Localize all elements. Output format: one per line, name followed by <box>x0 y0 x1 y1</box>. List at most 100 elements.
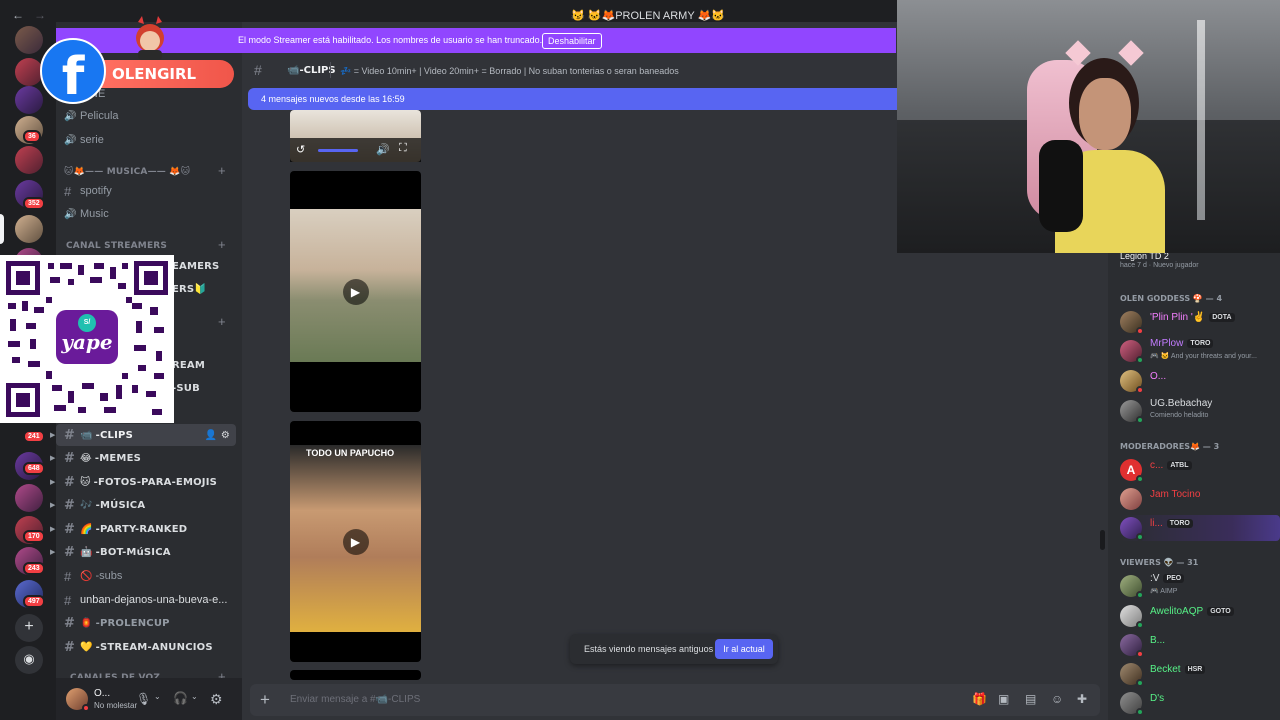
fullscreen-icon[interactable]: ⛶ <box>399 142 407 155</box>
member-item[interactable]: 'Plin Plin '✌ DOTA <box>1120 309 1280 335</box>
voice-channel-pelicula[interactable]: 🔊 Pelicula <box>56 105 236 127</box>
user-names[interactable]: O... No molestar <box>94 688 137 710</box>
jump-to-present-button[interactable]: Ir al actual <box>715 639 773 659</box>
member-item[interactable]: D's <box>1120 690 1280 716</box>
channel-item-partial[interactable]: -SUB <box>172 377 232 399</box>
attach-plus-icon[interactable]: + <box>260 690 270 710</box>
channel-prolencup[interactable]: # 🏮 -PROLENCUP <box>56 612 236 634</box>
member-item[interactable]: A c... ATBL <box>1120 457 1280 483</box>
apps-icon[interactable]: ✚ <box>1077 692 1087 706</box>
gear-icon[interactable]: ⚙ <box>210 691 223 708</box>
new-messages-bar[interactable]: 4 mensajes nuevos desde las 16:59 <box>248 88 898 110</box>
microphone-icon[interactable]: 🎙 <box>136 692 151 706</box>
speaker-icon: 🔊 <box>64 110 77 122</box>
avatar[interactable] <box>66 688 90 712</box>
emoji-icon[interactable]: ☺ <box>1051 692 1063 706</box>
voice-channel-music[interactable]: 🔊 Music <box>56 203 236 225</box>
channel-label: -CLIPS <box>95 429 133 441</box>
volume-icon[interactable]: 🔊 <box>376 143 390 156</box>
online-status-icon <box>1136 475 1144 483</box>
server-icon[interactable] <box>15 86 43 114</box>
gear-icon[interactable]: ⚙ <box>221 430 230 441</box>
channel-party-ranked[interactable]: ▶ # 🌈 -PARTY-RANKED <box>50 518 236 540</box>
dnd-status-icon <box>82 704 90 712</box>
add-channel-plus-icon[interactable]: + <box>218 163 226 178</box>
yape-label: yape <box>61 330 113 354</box>
play-icon[interactable]: ▶ <box>342 528 369 555</box>
channel-emoji: 😂 <box>80 452 92 464</box>
member-item[interactable]: UG.Bebachay Comiendo heladito <box>1120 398 1280 424</box>
facebook-page-name: OLENGIRL <box>100 60 234 88</box>
gif-icon[interactable]: ▣ <box>998 692 1009 706</box>
category-canal-streamers[interactable]: CANAL STREAMERS <box>66 241 167 251</box>
cat-ear-shape <box>1118 40 1144 66</box>
channel-spotify[interactable]: # spotify <box>56 180 236 202</box>
member-item[interactable]: li... TORO <box>1120 515 1280 541</box>
member-item[interactable]: B... <box>1120 632 1280 658</box>
online-status-icon <box>1136 533 1144 541</box>
channel-topic[interactable]: 💤 = Video 10min+ | Video 20min+ = Borrad… <box>340 66 679 77</box>
server-icon[interactable] <box>15 58 43 86</box>
chevron-down-icon[interactable]: ⌄ <box>154 692 161 701</box>
disable-streamer-mode-button[interactable]: Deshabilitar <box>542 33 602 49</box>
channel-bot-musica[interactable]: ▶ # 🤖 -BOT-MúSICA <box>50 541 236 563</box>
channel-subs[interactable]: # 🚫 -subs <box>56 565 236 587</box>
voice-channel-serie[interactable]: 🔊 serie <box>56 129 236 151</box>
discord-window: ← → 😼 🐱🦊PROLEN ARMY 🦊🐱 36 352 241 648 17… <box>0 0 1280 720</box>
chevron-down-icon[interactable]: ⌄ <box>191 692 198 701</box>
server-icon[interactable] <box>15 26 43 54</box>
invite-user-icon[interactable]: 👤 <box>204 430 217 441</box>
member-item[interactable]: Becket HSR <box>1120 661 1280 687</box>
username: O... <box>94 688 111 699</box>
server-icon-active[interactable] <box>15 215 43 243</box>
channel-unban[interactable]: # unban-dejanos-una-bueva-e... <box>56 589 236 611</box>
member-item[interactable]: O... <box>1120 368 1280 394</box>
server-icon[interactable] <box>15 146 43 174</box>
headphones-icon[interactable]: 🎧 <box>173 691 188 705</box>
gift-icon[interactable]: 🎁 <box>972 692 987 706</box>
channel-clips[interactable]: ▶ # 📹 -CLIPS 👤 ⚙ <box>50 424 236 446</box>
unread-caret-icon: ▶ <box>50 548 56 556</box>
add-channel-plus-icon[interactable]: + <box>218 237 226 252</box>
video-attachment-partial[interactable] <box>290 670 421 680</box>
member-name: B... <box>1150 635 1166 646</box>
yape-qr-code: S/ yape <box>0 255 174 423</box>
play-icon[interactable]: ▶ <box>342 278 369 305</box>
member-tag: PEO <box>1163 574 1185 583</box>
channel-emoji: 🤖 <box>80 546 93 558</box>
member-item[interactable]: MrPlow TORO 🎮 🐱 And your threats and your… <box>1120 338 1280 364</box>
sticker-icon[interactable]: ▤ <box>1025 692 1036 706</box>
unread-caret-icon: ▶ <box>50 478 56 486</box>
channel-fotos-para-emojis[interactable]: ▶ # 🐱 -FOTOS-PARA-EMOJIS <box>50 471 236 493</box>
video-attachment[interactable]: ▶ <box>290 171 421 412</box>
hash-icon: # <box>64 183 72 199</box>
volume-slider[interactable] <box>318 149 358 152</box>
member-name: AwelitoAQP GOTO <box>1150 606 1234 617</box>
online-status-icon <box>1136 356 1144 364</box>
add-server-plus-icon[interactable]: + <box>15 614 43 642</box>
yape-logo: S/ yape <box>56 310 118 364</box>
channel-header: # 📹-CLIPS 💤 = Video 10min+ | Video 20min… <box>242 60 897 82</box>
hash-icon: # <box>64 544 76 560</box>
hash-icon: # <box>64 497 76 513</box>
channel-memes[interactable]: ▶ # 😂 -MEMES <box>50 447 236 469</box>
channel-musica[interactable]: ▶ # 🎶 -MÚSICA <box>50 494 236 516</box>
member-item[interactable]: :V PEO 🎮 AIMP <box>1120 573 1280 599</box>
member-item[interactable]: AwelitoAQP GOTO <box>1120 603 1280 629</box>
discover-compass-icon[interactable]: ◉ <box>15 646 43 674</box>
channel-stream-anuncios[interactable]: # 💛 -STREAM-ANUNCIOS <box>56 636 236 658</box>
channel-label: -PROLENCUP <box>95 617 170 629</box>
channel-item-partial[interactable]: REAM <box>172 354 232 376</box>
replay-icon[interactable]: ↺ <box>296 143 305 156</box>
add-channel-plus-icon[interactable]: + <box>218 314 226 329</box>
member-item[interactable]: Jam Tocino <box>1120 486 1280 512</box>
server-icon[interactable] <box>15 484 43 512</box>
channel-emoji: 🌈 <box>80 523 93 535</box>
channel-item-partial[interactable]: ERS🔰 <box>172 278 232 300</box>
channel-item-partial[interactable]: EAMERS <box>172 255 232 277</box>
message-input[interactable]: Enviar mensaje a #📹-CLIPS <box>290 694 420 705</box>
scrollbar-thumb[interactable] <box>1100 530 1105 550</box>
video-attachment[interactable]: TODO UN PAPUCHO ▶ <box>290 421 421 662</box>
streamer-mode-banner: El modo Streamer está habilitado. Los no… <box>56 28 896 53</box>
category-musica[interactable]: 🐱🦊—— MUSICA—— 🦊🐱 <box>64 167 190 177</box>
